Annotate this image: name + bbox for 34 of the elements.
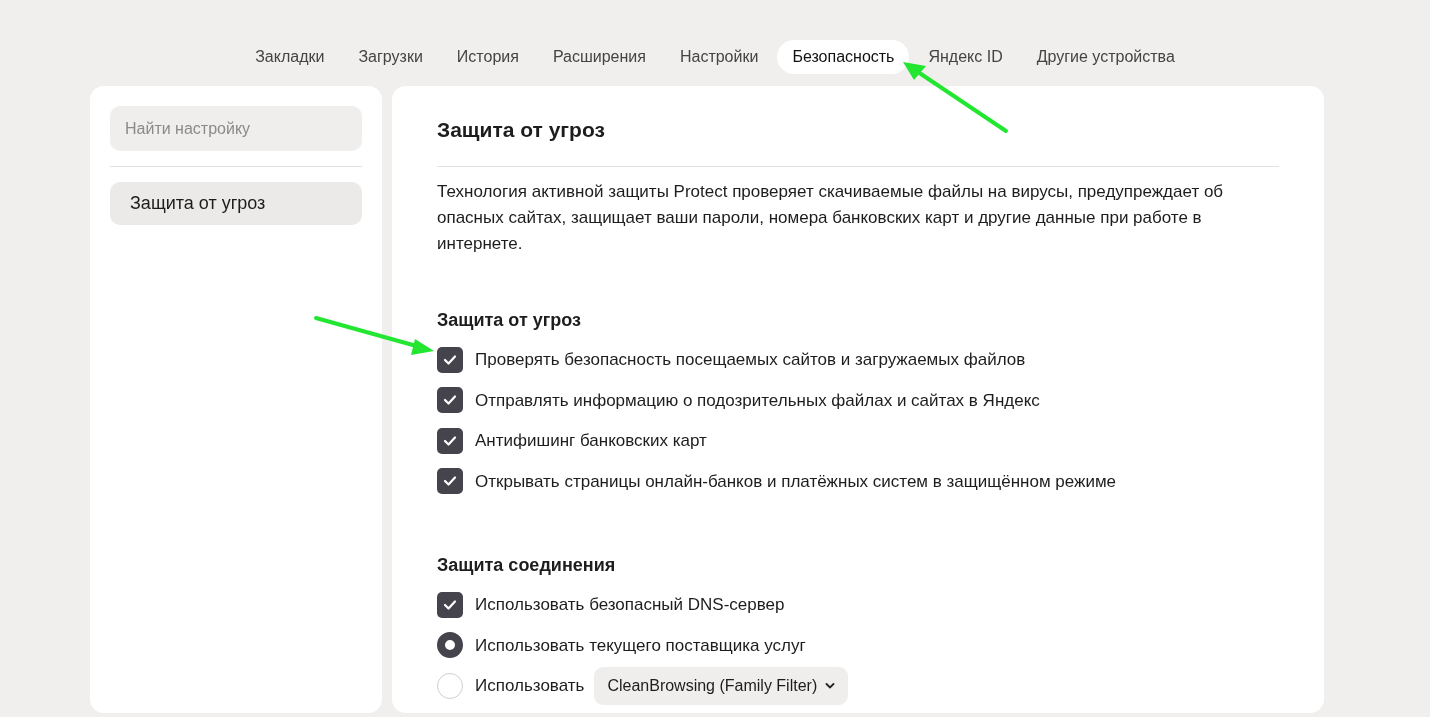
nav-tab[interactable]: Расширения (537, 40, 661, 74)
checkbox[interactable] (437, 591, 463, 618)
page-title: Защита от угроз (437, 117, 606, 143)
option-label: Отправлять информацию о подозрительных файлах и сайтах в Яндекс (475, 389, 1040, 412)
section-heading: Защита соединения (437, 553, 617, 577)
radio-button[interactable] (437, 632, 463, 659)
checkbox[interactable] (437, 427, 463, 454)
nav-tab[interactable]: Закладки (240, 40, 340, 74)
checkbox[interactable] (437, 468, 463, 495)
nav-tab[interactable]: Загрузки (343, 40, 438, 74)
checkmark-icon (443, 394, 457, 407)
option-label: Антифишинг банковских карт (475, 430, 707, 452)
option-label: Использовать (475, 675, 585, 697)
checkmark-icon (443, 353, 457, 366)
option-label: Открывать страницы онлайн-банков и платёжных систем в защищённом режиме (475, 470, 1117, 493)
nav-tab[interactable]: Безопасность (777, 40, 910, 74)
chevron-down-icon (825, 682, 836, 689)
dns-dropdown[interactable]: CleanBrowsing (Family Filter) (594, 666, 849, 705)
checkmark-icon (443, 598, 457, 611)
section-heading: Защита от угроз (437, 308, 582, 332)
nav-tab[interactable]: История (441, 40, 534, 74)
option-label: Использовать текущего поставщика услуг (475, 634, 806, 657)
nav-tab[interactable]: Настройки (664, 40, 774, 74)
checkbox[interactable] (437, 387, 463, 414)
checkmark-icon (443, 434, 457, 447)
checkbox[interactable] (437, 346, 463, 373)
nav-tab[interactable]: Другие устройства (1021, 40, 1190, 74)
option-label: Проверять безопасность посещаемых сайтов и загружаемых файлов (475, 349, 1026, 371)
checkmark-icon (443, 475, 457, 488)
nav-tab[interactable]: Яндекс ID (913, 40, 1018, 74)
description-text: Технология активной защиты Protect проверяет скачиваемые файлы на вирусы, предупреждает об опасных сайтах, защищает ваши пароли, номера банковских карт и другие данные при работе в интернете. (437, 180, 1225, 255)
sidebar-item[interactable]: Защита от угроз (110, 182, 362, 225)
option-label: Использовать безопасный DNS-сервер (475, 594, 785, 616)
search-field[interactable]: Найти настройку (110, 106, 362, 151)
